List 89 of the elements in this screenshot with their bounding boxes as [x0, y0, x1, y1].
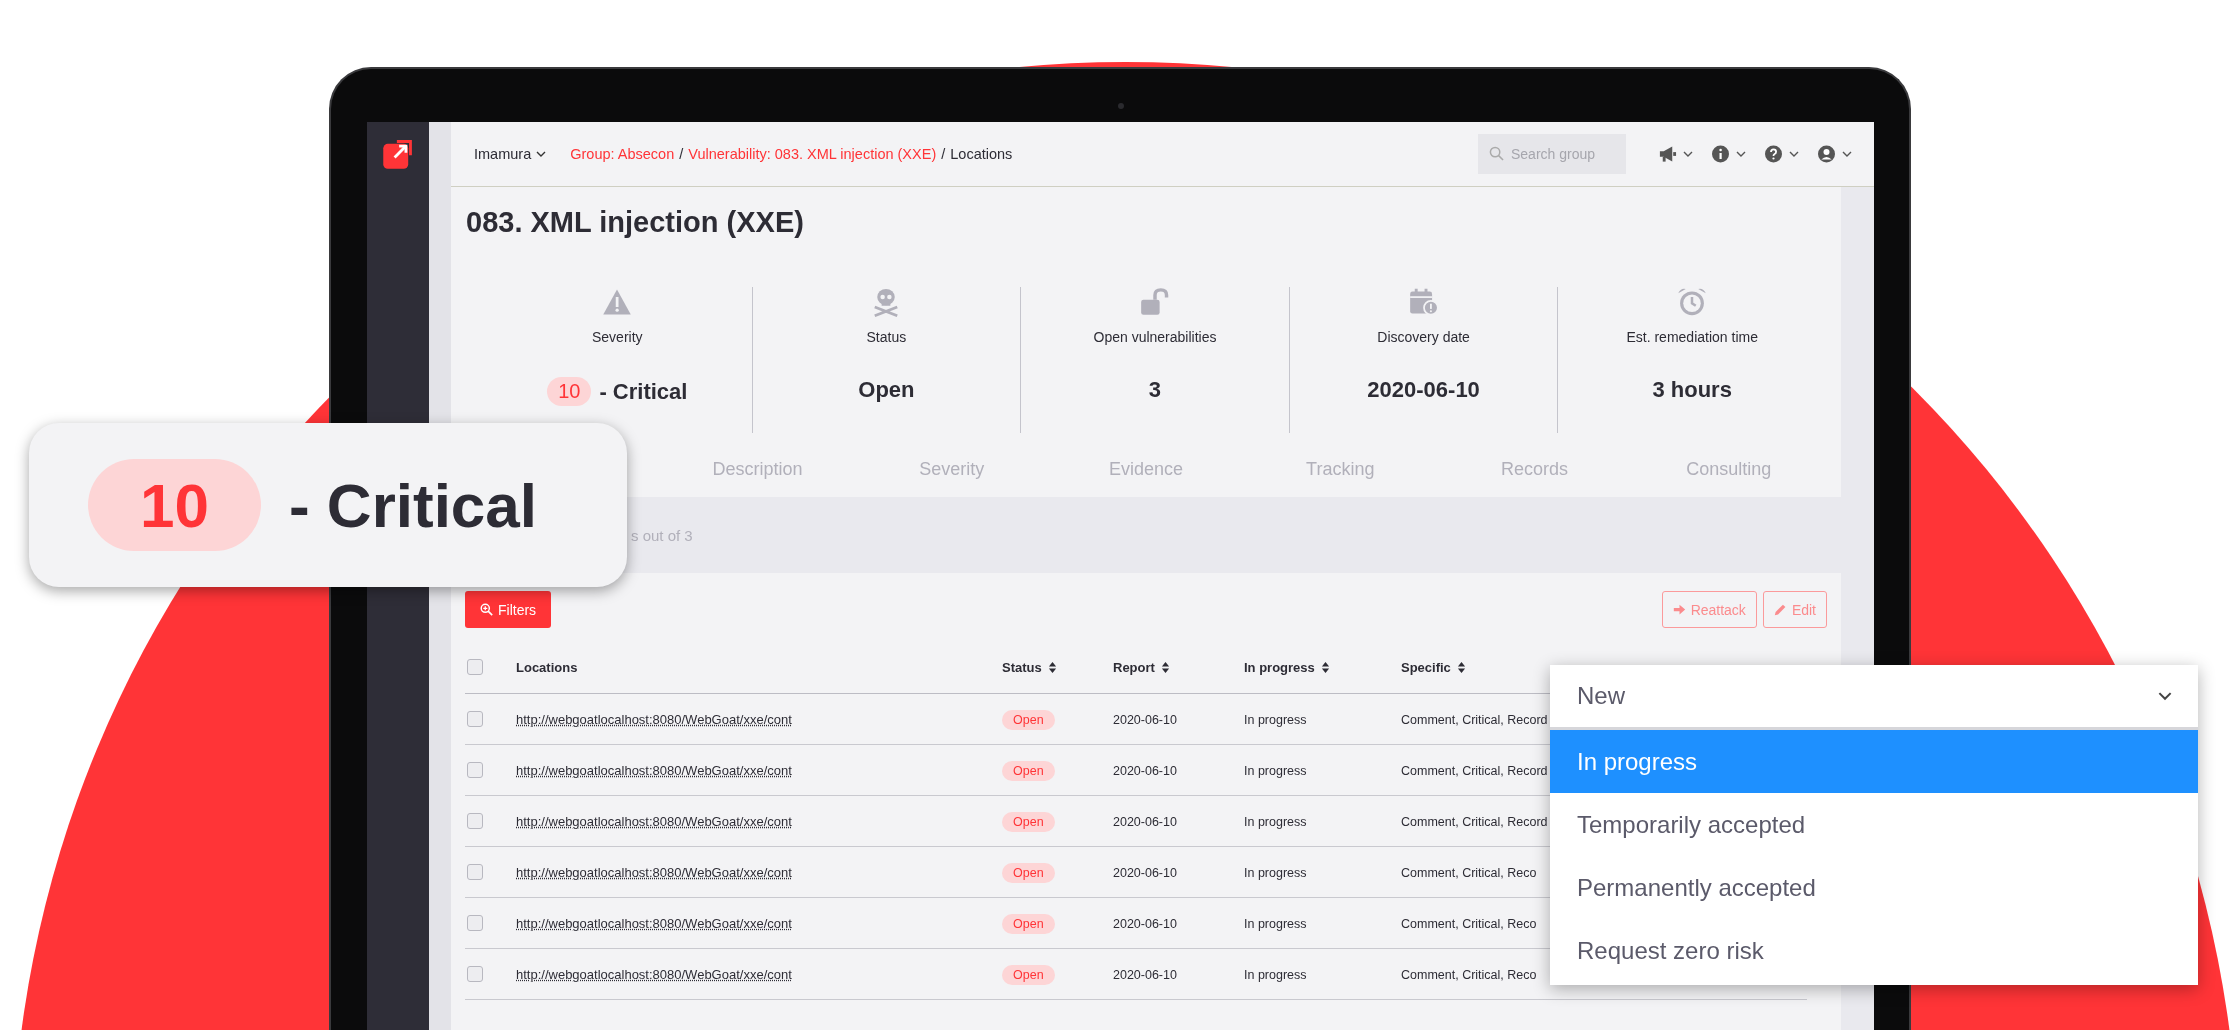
pencil-icon	[1773, 603, 1787, 616]
column-header[interactable]: Specific	[1401, 659, 1451, 675]
status-badge: Open	[1002, 709, 1055, 730]
table-cell: Comment, Critical, Record	[1401, 712, 1548, 727]
status-badge: Open	[1002, 964, 1055, 985]
row-checkbox[interactable]	[467, 762, 483, 778]
sort-icon[interactable]	[1320, 660, 1330, 674]
table-cell: Comment, Critical, Record	[1401, 763, 1548, 778]
location-link[interactable]: http://webgoatlocalhost:8080/WebGoat/xxe/cont	[516, 864, 792, 880]
table-cell: In progress	[1244, 967, 1307, 982]
info-menu-button[interactable]	[1711, 145, 1746, 163]
breadcrumb-separator: /	[941, 146, 946, 162]
table-cell: Comment, Critical, Record	[1401, 814, 1548, 829]
status-badge: Open	[1002, 760, 1055, 781]
status-badge: Open	[1002, 862, 1055, 883]
chevron-down-icon	[1789, 151, 1799, 157]
column-header[interactable]: Locations	[516, 659, 578, 675]
indicator-value: 3	[1148, 377, 1162, 403]
warning-icon	[602, 287, 633, 317]
sort-icon[interactable]	[1456, 660, 1466, 674]
indicator-value: 2020-06-10	[1367, 377, 1480, 403]
location-link[interactable]: http://webgoatlocalhost:8080/WebGoat/xxe/cont	[516, 813, 792, 829]
indicator-label: Severity	[592, 329, 643, 345]
search-field[interactable]: Search group	[1478, 134, 1626, 174]
organization-dropdown[interactable]: Imamura	[474, 146, 547, 162]
dropdown-option[interactable]: Temporarily accepted	[1550, 793, 2198, 856]
chevron-down-icon	[1683, 151, 1693, 157]
location-link[interactable]: http://webgoatlocalhost:8080/WebGoat/xxe/cont	[516, 762, 792, 778]
vulnerability-title: 083. XML injection (XXE)	[466, 207, 805, 237]
alarm-clock-icon	[1677, 287, 1708, 317]
status-badge: Open	[1002, 913, 1055, 934]
column-header[interactable]: In progress	[1244, 659, 1315, 675]
filters-button[interactable]: Filters	[465, 591, 552, 628]
status-badge: Open	[1002, 811, 1055, 832]
sort-icon[interactable]	[1160, 660, 1170, 674]
table-cell: 2020-06-10	[1113, 865, 1177, 880]
breadcrumb-current: Locations	[950, 146, 1013, 162]
sort-icon[interactable]	[1047, 660, 1057, 674]
table-cell: 2020-06-10	[1113, 814, 1177, 829]
table-cell: In progress	[1244, 763, 1307, 778]
location-link[interactable]: http://webgoatlocalhost:8080/WebGoat/xxe/cont	[516, 711, 792, 727]
indicator-label: Est. remediation time	[1626, 329, 1758, 345]
indicator-label: Discovery date	[1377, 329, 1470, 345]
row-checkbox[interactable]	[467, 864, 483, 880]
megaphone-menu-button[interactable]	[1658, 145, 1693, 163]
severity-score: 10	[547, 377, 592, 406]
table-cell: In progress	[1244, 865, 1307, 880]
table-cell: 2020-06-10	[1113, 763, 1177, 778]
selected-value: New	[1577, 682, 1625, 710]
table-cell: Comment, Critical, Reco	[1401, 865, 1537, 880]
chevron-down-icon	[1842, 151, 1852, 157]
chevron-down-icon	[2158, 691, 2172, 701]
calendar-alert-icon	[1408, 287, 1439, 317]
dropdown-option[interactable]: Permanently accepted	[1550, 856, 2198, 919]
indicator-value: - Critical	[599, 378, 688, 405]
table-cell: In progress	[1244, 814, 1307, 829]
unlocked-padlock-icon	[1140, 287, 1170, 317]
severity-score: 10	[88, 459, 261, 551]
location-link[interactable]: http://webgoatlocalhost:8080/WebGoat/xxe/cont	[516, 966, 792, 982]
row-checkbox[interactable]	[467, 813, 483, 829]
row-checkbox[interactable]	[467, 915, 483, 931]
table-cell: In progress	[1244, 712, 1307, 727]
logo-icon[interactable]	[381, 137, 415, 171]
help-menu-button[interactable]	[1764, 145, 1799, 163]
column-header[interactable]: Status	[1002, 659, 1042, 675]
table-cell: 2020-06-10	[1113, 916, 1177, 931]
select-all-checkbox[interactable]	[467, 659, 483, 675]
camera-dot	[1118, 103, 1124, 109]
indicator-label: Status	[866, 329, 907, 345]
table-cell: In progress	[1244, 916, 1307, 931]
location-link[interactable]: http://webgoatlocalhost:8080/WebGoat/xxe/cont	[516, 915, 792, 931]
chevron-down-icon	[1736, 151, 1746, 157]
table-cell: Comment, Critical, Reco	[1401, 916, 1537, 931]
row-checkbox[interactable]	[467, 966, 483, 982]
breadcrumb-separator: /	[679, 146, 684, 162]
indicator-value: Open	[858, 377, 915, 403]
arrow-right-icon	[1672, 603, 1686, 616]
table-cell: 2020-06-10	[1113, 967, 1177, 982]
column-header[interactable]: Report	[1113, 659, 1155, 675]
severity-label: - Critical	[289, 469, 538, 541]
table-cell: 2020-06-10	[1113, 712, 1177, 727]
user-menu-button[interactable]	[1817, 145, 1852, 163]
dropdown-option[interactable]: Request zero risk	[1550, 919, 2198, 982]
indicator-label: Open vulnerabilities	[1093, 329, 1217, 345]
table-cell: Comment, Critical, Reco	[1401, 967, 1537, 982]
zoom-in-icon	[480, 603, 493, 616]
indicator-value: 3 hours	[1652, 377, 1732, 403]
chevron-down-icon	[536, 151, 547, 157]
row-checkbox[interactable]	[467, 711, 483, 727]
